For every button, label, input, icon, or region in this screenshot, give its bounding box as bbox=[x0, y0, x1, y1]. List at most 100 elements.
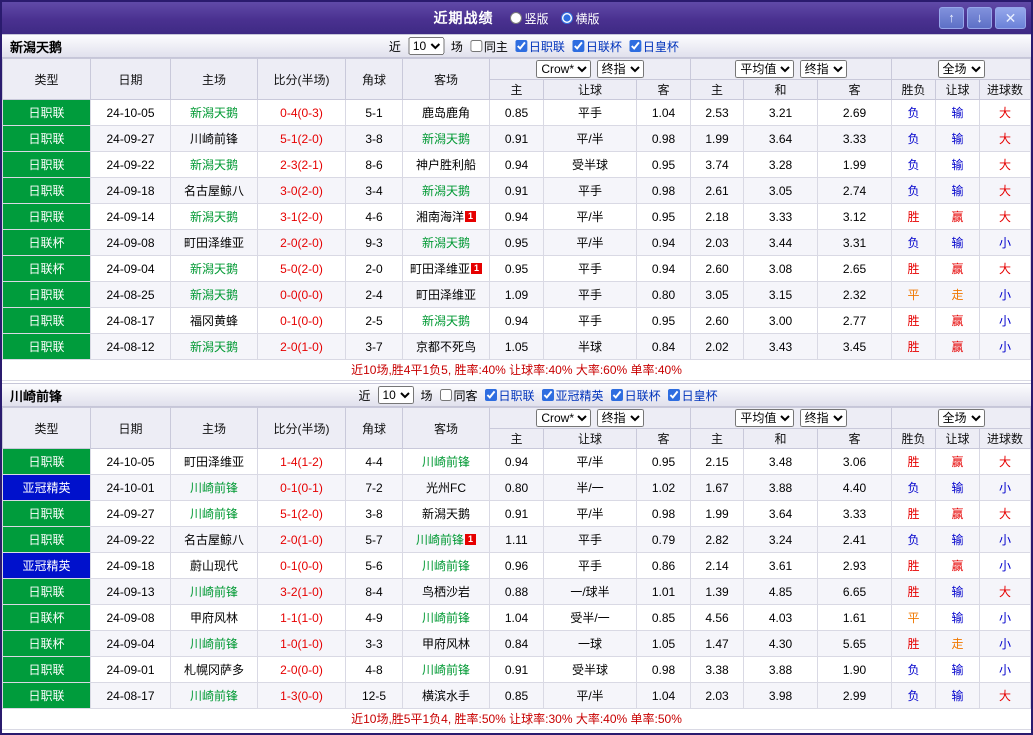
scope-select[interactable]: 全场 bbox=[937, 60, 985, 78]
col-score: 比分(半场) bbox=[257, 407, 346, 449]
col-away-team[interactable]: 新潟天鹅 bbox=[402, 229, 490, 256]
col-home-team[interactable]: 川崎前锋 bbox=[170, 578, 258, 605]
col-away-team[interactable]: 町田泽维亚 bbox=[402, 281, 490, 308]
filter-checkbox[interactable]: 日联杯 bbox=[610, 387, 661, 404]
col-home-team[interactable]: 新潟天鹅 bbox=[170, 203, 258, 230]
col-score[interactable]: 2-3(2-1) bbox=[257, 151, 346, 178]
col-away-team[interactable]: 川崎前锋 bbox=[402, 604, 490, 631]
col-home-team[interactable]: 川崎前锋 bbox=[170, 500, 258, 527]
games-count-select[interactable]: 10 bbox=[377, 386, 414, 404]
filter-checkbox[interactable]: 同主 bbox=[469, 38, 508, 55]
checkbox-input[interactable] bbox=[628, 40, 641, 52]
final-odds-select[interactable]: 终指 bbox=[596, 409, 644, 427]
col-home-team[interactable]: 新潟天鹅 bbox=[170, 255, 258, 282]
checkbox-input[interactable] bbox=[469, 40, 482, 52]
col-score[interactable]: 1-1(1-0) bbox=[257, 604, 346, 631]
col-away-team[interactable]: 川崎前锋 bbox=[402, 656, 490, 683]
col-score[interactable]: 0-0(0-0) bbox=[257, 281, 346, 308]
col-score[interactable]: 2-0(1-0) bbox=[257, 333, 346, 360]
average-select[interactable]: 平均值 bbox=[735, 60, 795, 78]
average-select[interactable]: 平均值 bbox=[735, 409, 795, 427]
layout-radio-horizontal[interactable]: 横版 bbox=[560, 10, 600, 27]
filter-checkbox[interactable]: 日皇杯 bbox=[667, 387, 718, 404]
col-score[interactable]: 3-2(1-0) bbox=[257, 578, 346, 605]
col-away-team[interactable]: 湘南海洋 1 bbox=[402, 203, 490, 230]
checkbox-input[interactable] bbox=[610, 389, 623, 401]
col-home-team[interactable]: 町田泽维亚 bbox=[170, 448, 258, 475]
col-score[interactable]: 3-1(2-0) bbox=[257, 203, 346, 230]
col-score[interactable]: 5-1(2-0) bbox=[257, 500, 346, 527]
checkbox-input[interactable] bbox=[484, 389, 497, 401]
checkbox-input[interactable] bbox=[667, 389, 680, 401]
col-score[interactable]: 0-4(0-3) bbox=[257, 99, 346, 126]
layout-radio-vertical[interactable]: 竖版 bbox=[509, 10, 549, 27]
filter-checkbox[interactable]: 日职联 bbox=[514, 38, 565, 55]
col-score[interactable]: 5-0(2-0) bbox=[257, 255, 346, 282]
final-odds-select[interactable]: 终指 bbox=[799, 409, 847, 427]
col-score[interactable]: 2-0(1-0) bbox=[257, 526, 346, 553]
scroll-up-button[interactable]: ↑ bbox=[939, 7, 964, 29]
col-home-team[interactable]: 新潟天鹅 bbox=[170, 99, 258, 126]
final-odds-select[interactable]: 终指 bbox=[596, 60, 644, 78]
col-home-team[interactable]: 甲府风林 bbox=[170, 604, 258, 631]
col-home-team[interactable]: 新潟天鹅 bbox=[170, 333, 258, 360]
col-home-team[interactable]: 町田泽维亚 bbox=[170, 229, 258, 256]
filter-checkbox[interactable]: 亚冠精英 bbox=[541, 387, 604, 404]
col-away-team[interactable]: 甲府风林 bbox=[402, 630, 490, 657]
col-home-team[interactable]: 川崎前锋 bbox=[170, 682, 258, 709]
col-score[interactable]: 0-1(0-0) bbox=[257, 552, 346, 579]
col-away-team[interactable]: 京都不死鸟 bbox=[402, 333, 490, 360]
col-away-team[interactable]: 川崎前锋 bbox=[402, 552, 490, 579]
bookmaker-select[interactable]: Crow* bbox=[536, 409, 592, 427]
col-home-team[interactable]: 川崎前锋 bbox=[170, 630, 258, 657]
col-score[interactable]: 2-0(2-0) bbox=[257, 229, 346, 256]
match-row: 日职联 24-09-27 川崎前锋 5-1(2-0) 3-8 新潟天鹅 0.91 平/半 0.9… bbox=[2, 125, 1031, 152]
col-type: 日职联 bbox=[2, 203, 91, 230]
col-away-team[interactable]: 新潟天鹅 bbox=[402, 125, 490, 152]
col-score[interactable]: 1-4(1-2) bbox=[257, 448, 346, 475]
col-score[interactable]: 0-1(0-1) bbox=[257, 474, 346, 501]
filter-checkbox[interactable]: 同客 bbox=[439, 387, 478, 404]
col-home-team[interactable]: 福冈黄蜂 bbox=[170, 307, 258, 334]
col-away-team[interactable]: 神户胜利船 bbox=[402, 151, 490, 178]
checkbox-input[interactable] bbox=[571, 40, 584, 52]
col-home-team[interactable]: 札幌冈萨多 bbox=[170, 656, 258, 683]
col-away-team[interactable]: 鹿岛鹿角 bbox=[402, 99, 490, 126]
col-away-team[interactable]: 町田泽维亚 1 bbox=[402, 255, 490, 282]
col-score[interactable]: 1-0(1-0) bbox=[257, 630, 346, 657]
horizontal-radio-input[interactable] bbox=[560, 12, 573, 24]
col-home-team[interactable]: 川崎前锋 bbox=[170, 474, 258, 501]
scope-select[interactable]: 全场 bbox=[937, 409, 985, 427]
col-score[interactable]: 0-1(0-0) bbox=[257, 307, 346, 334]
scroll-down-button[interactable]: ↓ bbox=[967, 7, 992, 29]
filter-checkbox[interactable]: 日联杯 bbox=[571, 38, 622, 55]
col-away-team[interactable]: 新潟天鹅 bbox=[402, 307, 490, 334]
vertical-radio-input[interactable] bbox=[509, 12, 522, 24]
col-home-team[interactable]: 川崎前锋 bbox=[170, 125, 258, 152]
col-home-team[interactable]: 名古屋鲸八 bbox=[170, 177, 258, 204]
col-home-team[interactable]: 蔚山现代 bbox=[170, 552, 258, 579]
col-away-team[interactable]: 横滨水手 bbox=[402, 682, 490, 709]
filter-checkbox[interactable]: 日皇杯 bbox=[628, 38, 679, 55]
final-odds-select[interactable]: 终指 bbox=[799, 60, 847, 78]
col-home-team[interactable]: 名古屋鲸八 bbox=[170, 526, 258, 553]
col-away-team[interactable]: 新潟天鹅 bbox=[402, 500, 490, 527]
col-home-team[interactable]: 新潟天鹅 bbox=[170, 281, 258, 308]
close-button[interactable]: ✕ bbox=[995, 7, 1026, 29]
col-home-team[interactable]: 新潟天鹅 bbox=[170, 151, 258, 178]
filter-checkbox[interactable]: 日职联 bbox=[484, 387, 535, 404]
checkbox-input[interactable] bbox=[439, 389, 452, 401]
games-count-select[interactable]: 10 bbox=[407, 37, 444, 55]
col-away-team[interactable]: 川崎前锋 bbox=[402, 448, 490, 475]
col-away-team[interactable]: 新潟天鹅 bbox=[402, 177, 490, 204]
checkbox-input[interactable] bbox=[541, 389, 554, 401]
checkbox-input[interactable] bbox=[514, 40, 527, 52]
col-away-team[interactable]: 鸟栖沙岩 bbox=[402, 578, 490, 605]
bookmaker-select[interactable]: Crow* bbox=[536, 60, 592, 78]
col-score[interactable]: 2-0(0-0) bbox=[257, 656, 346, 683]
col-away-team[interactable]: 川崎前锋 1 bbox=[402, 526, 490, 553]
col-score[interactable]: 3-0(2-0) bbox=[257, 177, 346, 204]
col-score[interactable]: 5-1(2-0) bbox=[257, 125, 346, 152]
col-score[interactable]: 1-3(0-0) bbox=[257, 682, 346, 709]
col-away-team[interactable]: 光州FC bbox=[402, 474, 490, 501]
